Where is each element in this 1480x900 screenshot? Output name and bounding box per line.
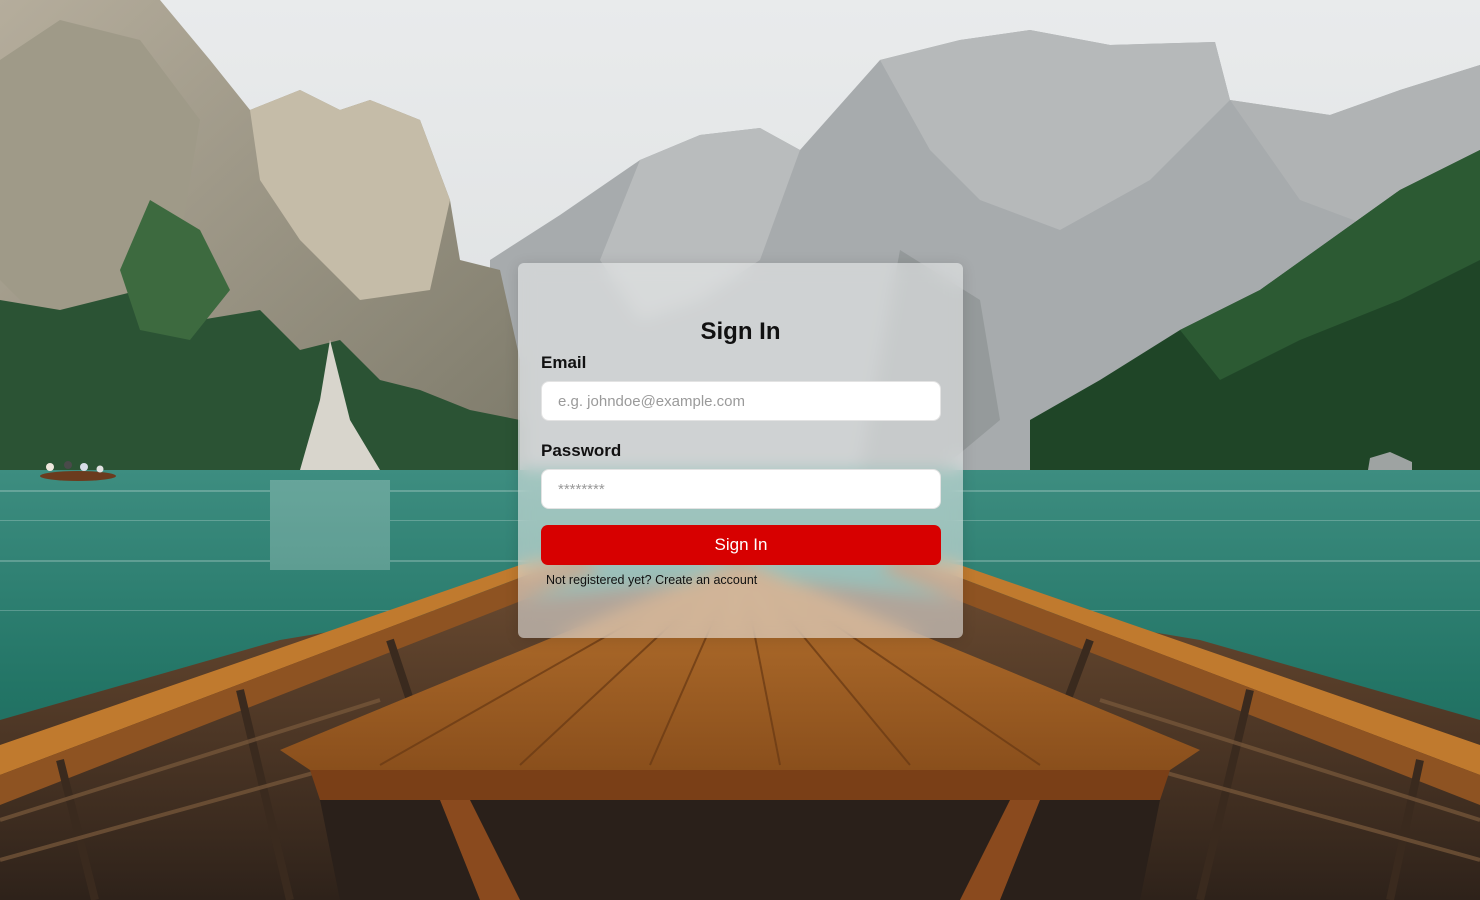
register-prompt-text: Not registered yet? — [546, 573, 652, 587]
password-field[interactable] — [541, 469, 941, 509]
create-account-link[interactable]: Create an account — [655, 573, 757, 587]
register-prompt: Not registered yet? Create an account — [546, 573, 940, 588]
page-title: Sign In — [700, 318, 781, 345]
email-field[interactable] — [541, 381, 941, 421]
sign-in-button[interactable]: Sign In — [541, 525, 941, 565]
password-label: Password — [541, 441, 622, 460]
login-page: Sign In Email Password Sign In Not regis… — [0, 0, 1480, 900]
sign-in-card: Sign In Email Password Sign In Not regis… — [518, 263, 963, 638]
email-label: Email — [541, 353, 587, 372]
